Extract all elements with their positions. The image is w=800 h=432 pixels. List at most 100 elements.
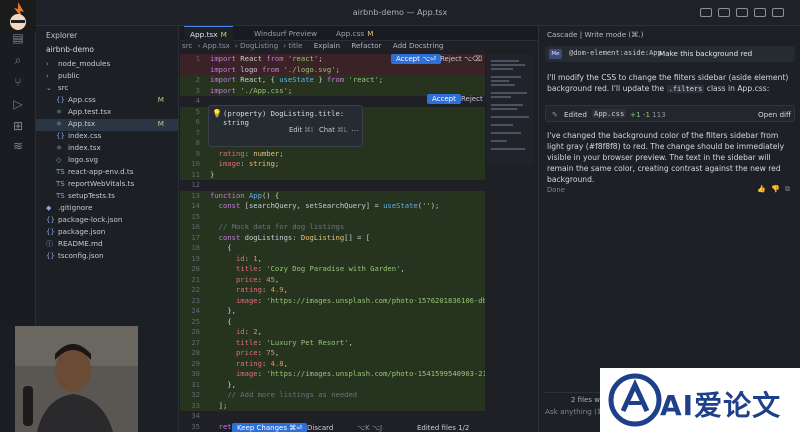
refactor-link[interactable]: Refactor	[351, 41, 381, 50]
modified-badge: M	[157, 95, 164, 104]
tab-windsurf-preview[interactable]: Windsurf Preview	[248, 26, 323, 41]
windsurf-icon[interactable]: ≋	[10, 138, 26, 154]
more-icon[interactable]: ⋯	[351, 126, 359, 135]
modified-badge: M	[157, 119, 164, 128]
done-status: Done	[547, 186, 565, 194]
filters-chip: .filters	[666, 85, 705, 93]
tree-item[interactable]: {} package-lock.json	[36, 215, 178, 227]
file-type-icon: TS	[56, 192, 65, 200]
edit-shortcut: ⌘I	[304, 126, 313, 134]
modified-badge: M	[220, 30, 227, 39]
file-type-icon: ›	[46, 60, 49, 68]
tree-item-label: public	[58, 71, 80, 80]
breadcrumb-item[interactable]: title	[288, 41, 302, 50]
chat-label: Chat	[319, 126, 335, 134]
assistant-summary: I've changed the background color of the…	[547, 131, 785, 184]
reject-button[interactable]: Reject ⌥⌫	[435, 54, 487, 64]
tree-item-label: App.test.tsx	[68, 107, 112, 116]
tree-item[interactable]: TS setupTests.ts	[36, 191, 178, 203]
tree-item[interactable]: › public	[36, 71, 178, 83]
file-type-icon: TS	[56, 168, 65, 176]
tree-item[interactable]: ◇ logo.svg	[36, 155, 178, 167]
breadcrumb-item[interactable]: DogListing	[240, 41, 278, 50]
accept-button[interactable]: Accept ⌥⏎	[391, 54, 442, 64]
add-docstring-link[interactable]: Add Docstring	[393, 41, 444, 50]
tree-item-label: tsconfig.json	[58, 251, 104, 260]
file-type-icon: ◇	[56, 156, 62, 164]
hover-chat-button[interactable]: Chat ⌘L	[319, 126, 347, 134]
source-control-icon[interactable]: ⑂	[10, 74, 26, 90]
project-name[interactable]: airbnb-demo	[46, 45, 94, 54]
hunk-nav[interactable]: ⌥K ⌥J	[352, 423, 387, 432]
tree-item-label: README.md	[58, 239, 103, 248]
title-bar: airbnb-demo — App.tsx	[0, 0, 800, 26]
file-type-icon: {}	[46, 252, 55, 260]
thumbs-up-icon[interactable]: 👍	[757, 185, 766, 193]
tree-item-label: node_modules	[58, 59, 111, 68]
tree-item-label: package.json	[58, 227, 106, 236]
chat-shortcut: ⌘L	[336, 126, 348, 134]
layout-icon[interactable]	[700, 8, 712, 17]
panel-bottom-icon[interactable]	[736, 8, 748, 17]
tree-item[interactable]: {} package.json	[36, 227, 178, 239]
tree-item[interactable]: {} App.css M	[36, 95, 178, 107]
explain-link[interactable]: Explain	[314, 41, 340, 50]
copy-icon[interactable]: ⧉	[785, 185, 790, 194]
window-title: airbnb-demo — App.tsx	[352, 8, 448, 17]
lightbulb-icon[interactable]: 💡	[212, 109, 222, 118]
tree-item[interactable]: {} tsconfig.json	[36, 251, 178, 263]
breadcrumb-item[interactable]: src	[182, 41, 193, 50]
panel-right-icon[interactable]	[754, 8, 766, 17]
tree-item[interactable]: ◆ .gitignore	[36, 203, 178, 215]
tree-item[interactable]: ⚛ index.tsx	[36, 143, 178, 155]
edited-file[interactable]: App.css	[592, 109, 627, 118]
tree-item[interactable]: {} index.css	[36, 131, 178, 143]
presenter-photo	[15, 326, 138, 432]
edited-files-nav[interactable]: Edited files 1/2	[412, 423, 474, 432]
customize-layout-icon[interactable]	[772, 8, 784, 17]
tree-item[interactable]: ⓘ README.md	[36, 239, 178, 251]
user-message-text: Make this background red	[659, 49, 753, 58]
reject-block-button[interactable]: Reject	[456, 94, 488, 104]
tree-item[interactable]: ⌄ src	[36, 83, 178, 95]
watermark-text: AI爱论文	[660, 389, 782, 422]
assistant-intro: I'll modify the CSS to change the filter…	[547, 72, 793, 95]
file-type-icon: {}	[56, 96, 65, 104]
file-type-icon: ⚛	[56, 108, 63, 116]
hover-signature: (property) DogListing.title: string	[223, 109, 345, 127]
explorer-icon[interactable]: ▤	[10, 30, 26, 46]
tree-item-label: App.tsx	[68, 119, 96, 128]
tree-item-label: setupTests.ts	[68, 191, 115, 200]
file-type-icon: ⓘ	[46, 240, 53, 248]
keep-changes-button[interactable]: Keep Changes ⌘⏎	[232, 423, 308, 432]
dom-element-mention[interactable]: @dom-element:aside:App	[569, 49, 662, 57]
panel-left-icon[interactable]	[718, 8, 730, 17]
watermark-logo-icon	[608, 373, 662, 427]
hover-edit-button[interactable]: Edit ⌘I	[289, 126, 313, 134]
tab-label: App.css	[336, 29, 365, 38]
tab-label: App.tsx	[190, 30, 218, 39]
tree-item[interactable]: ⚛ App.test.tsx	[36, 107, 178, 119]
tree-item[interactable]: ⚛ App.tsx M	[36, 119, 178, 131]
tree-item[interactable]: › node_modules	[36, 59, 178, 71]
edit-card[interactable]: ✎ Edited App.css +1 -1 113 Open diff	[545, 105, 795, 122]
breadcrumb-item[interactable]: App.tsx	[203, 41, 230, 50]
tab-label: Windsurf Preview	[254, 29, 318, 38]
minimap[interactable]	[487, 54, 533, 164]
discard-button[interactable]: Discard	[302, 423, 338, 432]
search-icon[interactable]: ⌕	[10, 52, 26, 68]
file-type-icon: ⌄	[46, 84, 52, 92]
tree-item-label: reportWebVitals.ts	[68, 179, 135, 188]
thumbs-down-icon[interactable]: 👎	[771, 185, 780, 193]
tab-app-css[interactable]: App.css M	[330, 26, 380, 41]
open-diff-button[interactable]: Open diff	[758, 110, 791, 119]
file-type-icon: {}	[56, 132, 65, 140]
run-debug-icon[interactable]: ▷	[10, 96, 26, 112]
tab-app-tsx[interactable]: App.tsx M	[184, 26, 233, 41]
cascade-title: Cascade | Write mode (⌘.)	[547, 30, 644, 39]
tree-item[interactable]: TS reportWebVitals.ts	[36, 179, 178, 191]
extensions-icon[interactable]: ⊞	[10, 118, 26, 134]
user-avatar: Me	[549, 49, 562, 59]
tree-item[interactable]: TS react-app-env.d.ts	[36, 167, 178, 179]
file-type-icon: ◆	[46, 204, 52, 212]
